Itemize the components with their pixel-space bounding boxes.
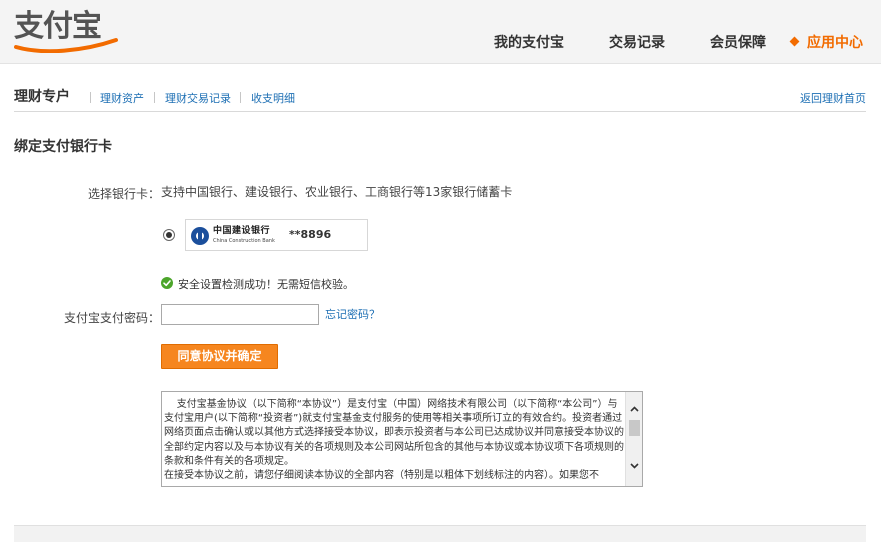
bank-card-radio[interactable] [163, 229, 175, 241]
subnav-title: 理财专户 [14, 89, 70, 105]
payment-password-label: 支付宝支付密码： [63, 311, 160, 325]
ccb-logo-icon [191, 227, 209, 245]
nav-trade-records[interactable]: 交易记录 [609, 33, 665, 53]
check-icon [161, 277, 173, 289]
subnav-link-trade-records[interactable]: 理财交易记录 [165, 90, 231, 106]
alipay-logo[interactable]: 支付宝 [14, 9, 118, 53]
logo-swoosh-icon [14, 38, 118, 53]
scroll-thumb[interactable] [629, 420, 640, 436]
scroll-up-icon[interactable] [629, 404, 640, 415]
bank-name: 中国建设银行 [213, 226, 271, 236]
sub-nav: 理财专户 理财资产 理财交易记录 收支明细 返回理财首页 [14, 84, 866, 112]
security-check-message: 安全设置检测成功！无需短信校验。 [178, 278, 354, 291]
bank-card-option[interactable]: 中国建设银行 China Construction Bank **8896 [185, 219, 368, 251]
agree-and-confirm-button[interactable]: 同意协议并确定 [161, 344, 278, 369]
subnav-link-statement[interactable]: 收支明细 [251, 90, 295, 106]
nav-my-alipay[interactable]: 我的支付宝 [494, 33, 564, 53]
top-bar: 支付宝 我的支付宝 交易记录 会员保障 应用中心 [0, 0, 881, 64]
subnav-divider [240, 92, 241, 103]
footer-bar [14, 525, 866, 542]
bank-name-english: China Construction Bank [213, 238, 275, 244]
nav-member-protection[interactable]: 会员保障 [710, 33, 766, 53]
nav-app-center-label: 应用中心 [807, 35, 863, 51]
bank-support-desc: 支持中国银行、建设银行、农业银行、工商银行等13家银行储蓄卡 [161, 185, 513, 199]
agreement-textarea[interactable]: 支付宝基金协议（以下简称“本协议”）是支付宝（中国）网络技术有限公司（以下简称“… [161, 391, 643, 487]
card-number: **8896 [289, 228, 332, 241]
page-title: 绑定支付银行卡 [14, 139, 112, 155]
back-to-finance-home-link[interactable]: 返回理财首页 [800, 90, 866, 106]
subnav-link-assets[interactable]: 理财资产 [100, 90, 144, 106]
agreement-text: 支付宝基金协议（以下简称“本协议”）是支付宝（中国）网络技术有限公司（以下简称“… [164, 399, 624, 482]
forgot-password-link[interactable]: 忘记密码？ [325, 306, 380, 322]
subnav-divider [90, 92, 91, 103]
scroll-down-icon[interactable] [629, 460, 640, 471]
bank-select-label: 选择银行卡： [87, 187, 160, 201]
agreement-scrollbar[interactable] [625, 392, 642, 486]
nav-app-center[interactable]: 应用中心 [789, 33, 863, 53]
diamond-icon [789, 36, 800, 47]
payment-password-input[interactable] [161, 304, 319, 325]
subnav-divider [154, 92, 155, 103]
